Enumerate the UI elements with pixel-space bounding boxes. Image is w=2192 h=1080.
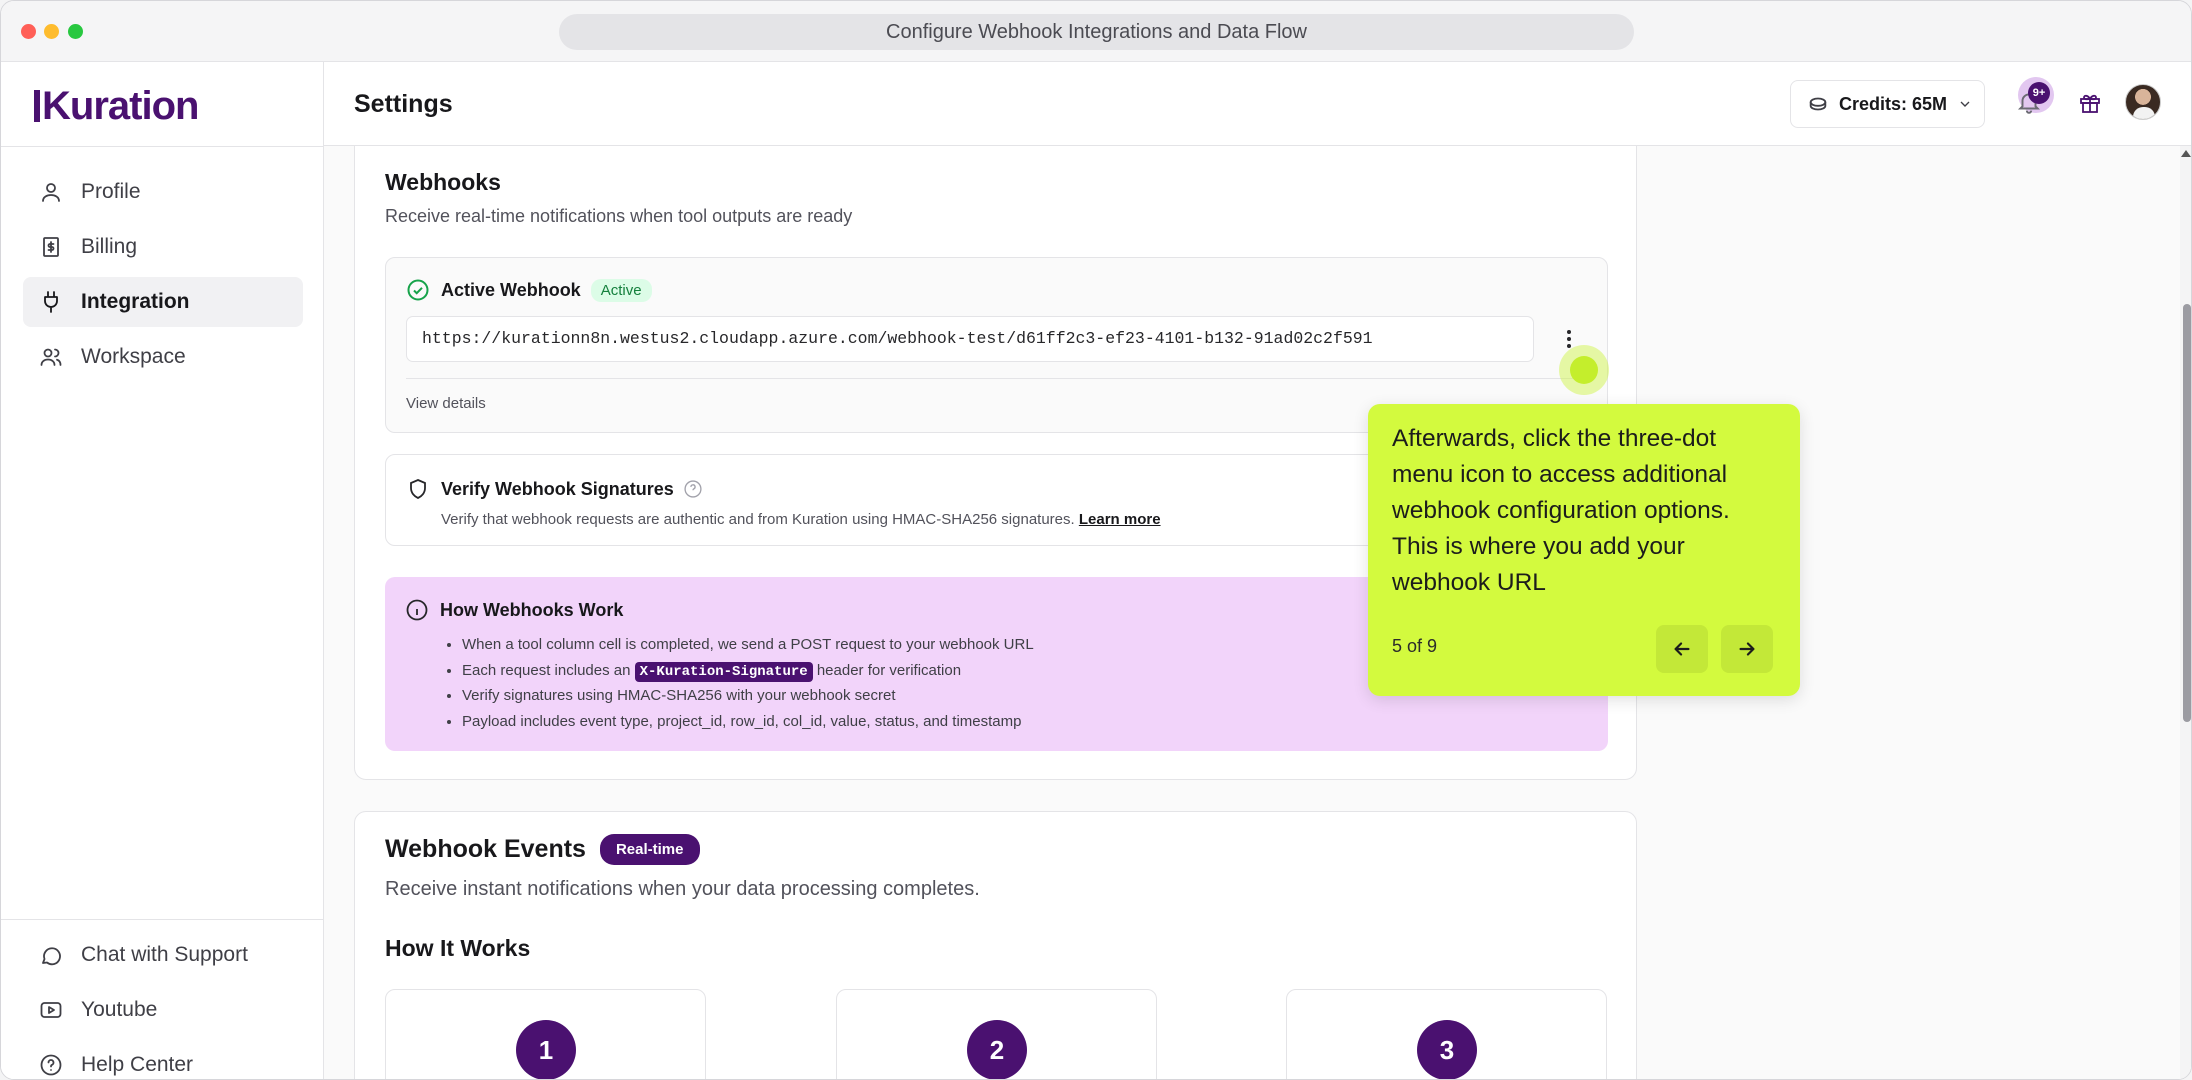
sidebar-item-label: Help Center [81,1053,194,1076]
active-webhook-title: Active Webhook [441,279,581,300]
credits-dropdown[interactable]: Credits: 65M [1790,80,1985,128]
tour-tooltip: Afterwards, click the three-dot menu ico… [1368,404,1800,696]
shield-icon [410,479,426,499]
webhook-events-header: Webhook Events Real-time [385,834,700,865]
notification-badge: 9+ [2028,82,2050,104]
help-icon [39,1053,63,1077]
credits-label: Credits: 65M [1839,93,1948,114]
gift-button[interactable] [2078,91,2102,115]
sidebar-item-billing[interactable]: Billing [23,222,303,272]
logo-mark-icon [34,90,40,122]
arrow-left-icon [1674,642,1690,656]
title-bar: Configure Webhook Integrations and Data … [1,1,2191,62]
address-bar[interactable]: Configure Webhook Integrations and Data … [559,14,1634,50]
help-circle-icon[interactable] [683,479,703,499]
view-details-link[interactable]: View details [406,395,486,412]
sidebar-item-label: Billing [81,235,138,258]
list-item: Verify signatures using HMAC-SHA256 with… [462,683,1034,709]
sidebar-item-label: Chat with Support [81,943,248,966]
list-item: Each request includes an X-Kuration-Sign… [462,658,1034,684]
verify-signatures-header: Verify Webhook Signatures [406,477,703,501]
tour-tooltip-text: Afterwards, click the three-dot menu ico… [1392,425,1730,596]
app-window: Configure Webhook Integrations and Data … [0,0,2192,1080]
step-number: 3 [1417,1020,1477,1079]
gift-icon [2080,94,2100,113]
coins-icon [1809,97,1827,111]
tour-progress: 5 of 9 [1392,636,1438,656]
webhook-url-field[interactable]: https://kurationn8n.westus2.cloudapp.azu… [406,316,1534,362]
sidebar-item-chat-support[interactable]: Chat with Support [23,930,303,980]
chevron-down-icon [1960,101,1970,107]
info-icon [406,599,428,621]
page-title: Settings [354,90,453,118]
top-header: Settings Credits: 65M 9+ [324,62,2191,146]
list-item-text: header for verification [816,661,962,679]
how-webhooks-work-title: How Webhooks Work [440,599,624,620]
sidebar-item-label: Integration [81,290,190,313]
sidebar-item-label: Profile [81,180,141,203]
divider [1,146,324,147]
sidebar-item-label: Workspace [81,345,186,368]
sidebar-item-youtube[interactable]: Youtube [23,985,303,1035]
webhooks-subtitle: Receive real-time notifications when too… [385,206,853,226]
list-item: When a tool column cell is completed, we… [462,632,1034,658]
sidebar: Kuration Profile Billing Integration Wor… [1,62,324,1079]
sidebar-item-help-center[interactable]: Help Center [23,1040,303,1079]
receipt-icon [39,235,63,259]
active-webhook-header: Active Webhook Active [406,278,652,302]
logo-text: uration [69,84,200,128]
sidebar-item-workspace[interactable]: Workspace [23,332,303,382]
step-card: 1 [385,989,706,1079]
tour-previous-button[interactable] [1656,625,1708,673]
main-content: Webhooks Receive real-time notifications… [324,146,2191,1079]
webhook-events-card: Webhook Events Real-time Receive instant… [354,811,1637,1079]
sidebar-item-integration[interactable]: Integration [23,277,303,327]
verify-description-text: Verify that webhook requests are authent… [441,511,1075,528]
arrow-right-icon [1739,642,1755,656]
user-icon [39,180,63,204]
plug-icon [39,290,63,314]
realtime-badge: Real-time [599,834,700,865]
close-window-button[interactable] [21,24,36,39]
step-number: 2 [967,1020,1027,1079]
chat-icon [39,943,63,967]
kuration-logo[interactable]: Kuration [34,84,200,129]
how-it-works-title: How It Works [385,935,531,961]
tour-next-button[interactable] [1721,625,1773,673]
divider [406,378,1589,379]
list-item: Payload includes event type, project_id,… [462,709,1034,735]
webhook-events-subtitle: Receive instant notifications when your … [385,878,980,900]
step-number: 1 [516,1020,576,1079]
how-webhooks-list: When a tool column cell is completed, we… [462,632,1034,734]
learn-more-link[interactable]: Learn more [1079,511,1161,528]
minimize-window-button[interactable] [44,24,59,39]
step-card: 2 [836,989,1157,1079]
webhooks-title: Webhooks [385,169,501,195]
youtube-icon [39,998,63,1022]
divider [1,919,324,920]
step-card: 3 [1286,989,1607,1079]
how-webhooks-work-header: How Webhooks Work [405,598,623,622]
status-badge: Active [590,278,652,302]
sidebar-item-profile[interactable]: Profile [23,167,303,217]
check-circle-icon [407,279,429,301]
logo-initial: K [42,84,71,128]
list-item-text: Each request includes an [462,661,631,679]
verify-signatures-description: Verify that webhook requests are authent… [441,511,1161,528]
signature-header-code: X-Kuration-Signature [634,661,813,682]
tour-hotspot[interactable] [1570,356,1598,384]
scrollbar-thumb[interactable] [2183,304,2191,722]
users-icon [39,345,63,369]
verify-signatures-title: Verify Webhook Signatures [441,478,674,499]
avatar[interactable] [2125,84,2161,120]
webhook-events-title: Webhook Events [385,835,586,863]
maximize-window-button[interactable] [68,24,83,39]
sidebar-item-label: Youtube [81,998,158,1021]
scroll-up-arrow-icon[interactable] [2181,150,2191,157]
